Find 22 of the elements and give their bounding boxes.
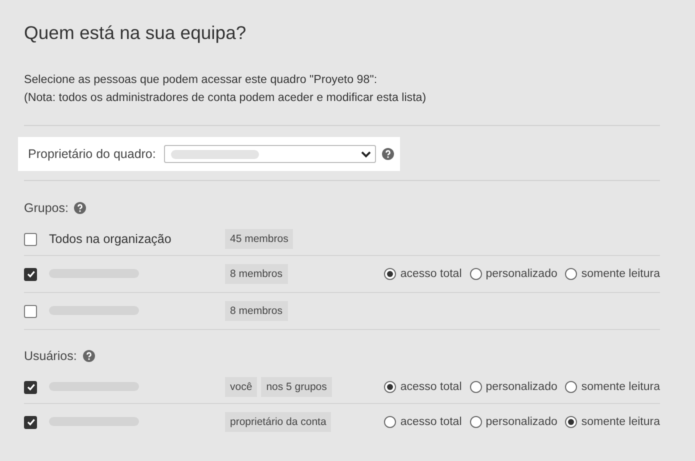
- owner-label: Proprietário do quadro:: [28, 147, 156, 161]
- group-name: Todos na organização: [49, 232, 172, 246]
- radio-label: acesso total: [400, 381, 462, 393]
- tag: 8 membros: [225, 264, 288, 284]
- tag: nos 5 grupos: [261, 377, 332, 397]
- radio-label: personalizado: [486, 268, 558, 280]
- section-heading: Grupos:: [24, 201, 68, 215]
- radio-label: somente leitura: [581, 268, 660, 280]
- tag: 8 membros: [225, 301, 288, 321]
- description-text: Selecione as pessoas que podem acessar este quadro "Proyeto 98":: [24, 72, 378, 88]
- tag: proprietário da conta: [225, 412, 332, 432]
- page-title: Quem está na sua equipa?: [24, 22, 248, 44]
- tag: você: [225, 377, 258, 397]
- radio-label: personalizado: [486, 381, 558, 393]
- radio-label: somente leitura: [581, 381, 660, 393]
- radio-label: acesso total: [400, 268, 462, 280]
- radio-label: personalizado: [486, 416, 558, 428]
- radio-label: acesso total: [400, 416, 462, 428]
- description-text: (Nota: todos os administradores de conta podem aceder e modificar esta lista): [24, 90, 428, 106]
- tag: 45 membros: [225, 229, 294, 249]
- section-heading: Usuários:: [24, 349, 77, 363]
- radio-label: somente leitura: [581, 416, 660, 428]
